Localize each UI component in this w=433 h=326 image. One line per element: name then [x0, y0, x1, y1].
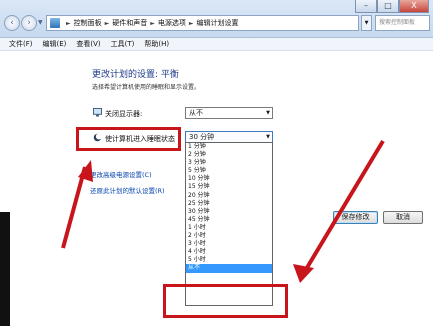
forward-icon[interactable]: › [21, 15, 37, 31]
menu-tools[interactable]: 工具(T) [111, 38, 135, 50]
list-item[interactable]: 15 分钟 [186, 183, 272, 191]
monitor-icon [93, 108, 102, 117]
list-item[interactable]: 1 分钟 [186, 143, 272, 151]
list-item[interactable]: 2 分钟 [186, 151, 272, 159]
breadcrumb-item[interactable]: 电源选项 [158, 18, 186, 28]
page-title: 更改计划的设置: 平衡 [92, 70, 179, 80]
page-description: 选择希望计算机使用的睡眠和显示设置。 [92, 84, 201, 91]
list-item[interactable]: 1 小时 [186, 224, 272, 232]
list-item[interactable]: 30 分钟 [186, 208, 272, 216]
history-dropdown-icon[interactable]: ▼ [38, 19, 43, 26]
chevron-down-icon: ▼ [266, 134, 270, 140]
display-off-select[interactable]: 从不 ▼ [185, 107, 273, 119]
menu-help[interactable]: 帮助(H) [144, 38, 169, 50]
list-item[interactable]: 45 分钟 [186, 216, 272, 224]
search-input[interactable]: 搜索控制面板 [375, 15, 430, 31]
save-button[interactable]: 保存修改 [333, 211, 378, 224]
breadcrumb-separator-icon[interactable]: ► [105, 20, 110, 27]
list-item[interactable]: 20 分钟 [186, 192, 272, 200]
back-icon[interactable]: ‹ [4, 15, 20, 31]
title-bar: – □ X ‹ › ▼ ► 控制面板 ► 硬件和声音 ► 电源选项 ► 编辑计划… [0, 0, 433, 38]
display-off-label: 关闭显示器: [105, 110, 143, 118]
address-bar[interactable]: ► 控制面板 ► 硬件和声音 ► 电源选项 ► 编辑计划设置 [46, 15, 359, 31]
control-panel-icon [50, 18, 60, 28]
breadcrumb-item[interactable]: 硬件和声音 [112, 18, 147, 28]
chevron-down-icon: ▼ [266, 110, 270, 116]
sleep-options-list[interactable]: 1 分钟 2 分钟 3 分钟 5 分钟 10 分钟 15 分钟 20 分钟 25… [185, 142, 273, 306]
list-item-selected[interactable]: 从不 [186, 264, 272, 273]
address-dropdown-icon[interactable]: ▼ [361, 15, 372, 31]
menu-file[interactable]: 文件(F) [9, 38, 33, 50]
list-item[interactable]: 5 小时 [186, 256, 272, 264]
sleep-value: 30 分钟 [189, 133, 215, 141]
advanced-settings-link[interactable]: 更改高级电源设置(C) [90, 169, 152, 179]
list-item[interactable]: 3 小时 [186, 240, 272, 248]
cancel-button[interactable]: 取消 [383, 211, 423, 224]
minimize-button[interactable]: – [355, 0, 377, 13]
window-controls: – □ X [355, 0, 429, 13]
breadcrumb-separator-icon[interactable]: ► [66, 20, 71, 27]
breadcrumb-item[interactable]: 控制面板 [74, 18, 102, 28]
menu-bar: 文件(F) 编辑(E) 查看(V) 工具(T) 帮助(H) [0, 38, 433, 51]
maximize-button[interactable]: □ [377, 0, 399, 13]
annotation-box-never [163, 284, 288, 318]
restore-defaults-link[interactable]: 还原此计划的默认设置(R) [90, 185, 165, 195]
list-item[interactable]: 2 小时 [186, 232, 272, 240]
breadcrumb-item[interactable]: 编辑计划设置 [197, 18, 239, 28]
list-item[interactable]: 25 分钟 [186, 200, 272, 208]
breadcrumb-separator-icon[interactable]: ► [189, 20, 194, 27]
display-off-value: 从不 [189, 109, 203, 117]
menu-view[interactable]: 查看(V) [76, 38, 100, 50]
breadcrumb-separator-icon[interactable]: ► [150, 20, 155, 27]
background-strip [0, 212, 10, 326]
close-button[interactable]: X [399, 0, 429, 13]
annotation-box-sleep [76, 127, 181, 151]
menu-edit[interactable]: 编辑(E) [43, 38, 67, 50]
